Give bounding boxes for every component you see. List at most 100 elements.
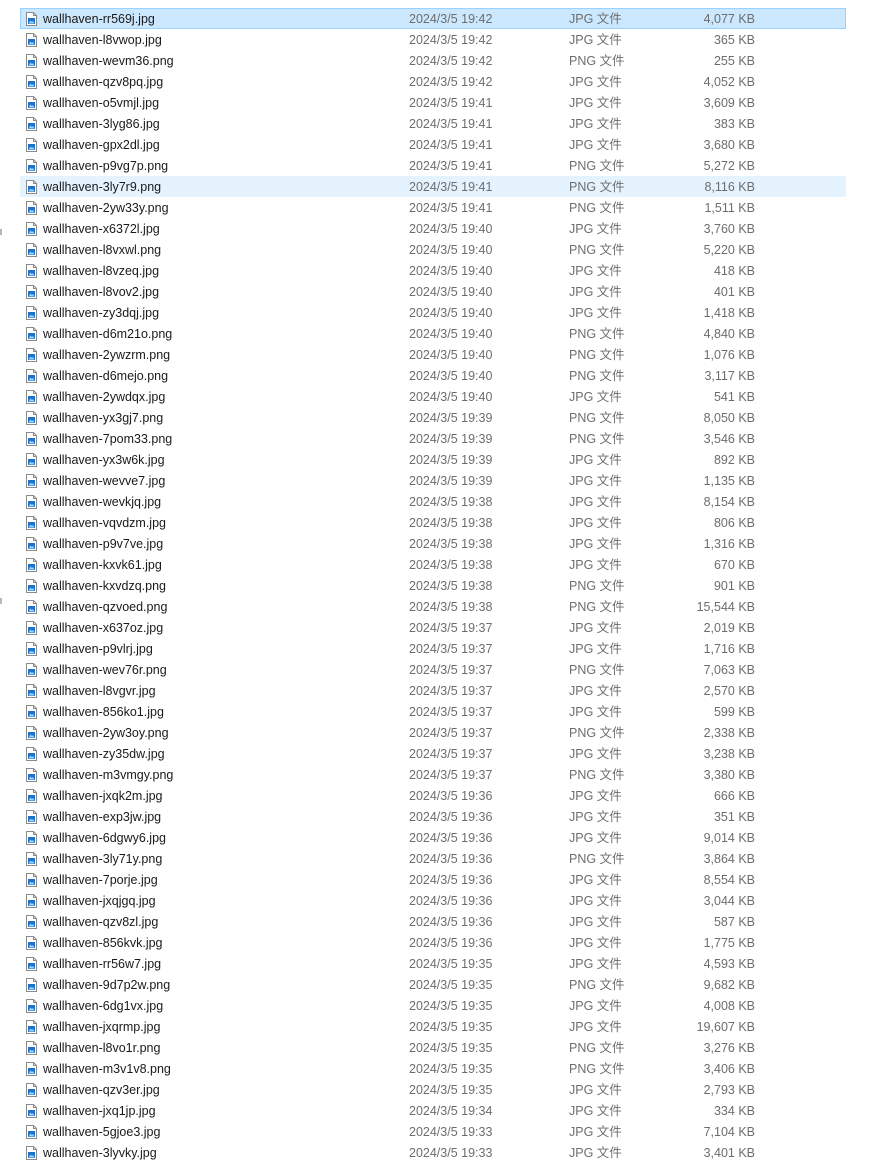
file-row[interactable]: wallhaven-856ko1.jpg 2024/3/5 19:37 JPG … (20, 701, 846, 722)
file-row[interactable]: wallhaven-3ly7r9.png 2024/3/5 19:41 PNG … (20, 176, 846, 197)
file-row[interactable]: wallhaven-kxvk61.jpg 2024/3/5 19:38 JPG … (20, 554, 846, 575)
file-modified-date: 2024/3/5 19:41 (409, 96, 493, 110)
file-size: 5,272 KB (703, 159, 755, 173)
file-row[interactable]: wallhaven-wevve7.jpg 2024/3/5 19:39 JPG … (20, 470, 846, 491)
file-modified-date: 2024/3/5 19:41 (409, 159, 493, 173)
file-row[interactable]: wallhaven-9d7p2w.png 2024/3/5 19:35 PNG … (20, 974, 846, 995)
file-modified-date: 2024/3/5 19:36 (409, 915, 493, 929)
file-row[interactable]: wallhaven-vqvdzm.jpg 2024/3/5 19:38 JPG … (20, 512, 846, 533)
image-file-icon (26, 222, 37, 236)
file-row[interactable]: wallhaven-2ywdqx.jpg 2024/3/5 19:40 JPG … (20, 386, 846, 407)
file-size: 3,760 KB (703, 222, 755, 236)
file-size: 7,104 KB (703, 1125, 755, 1139)
file-row[interactable]: wallhaven-3lyvky.jpg 2024/3/5 19:33 JPG … (20, 1142, 846, 1163)
file-row[interactable]: wallhaven-qzv8zl.jpg 2024/3/5 19:36 JPG … (20, 911, 846, 932)
file-row[interactable]: wallhaven-jxqrmp.jpg 2024/3/5 19:35 JPG … (20, 1016, 846, 1037)
file-row[interactable]: wallhaven-p9v7ve.jpg 2024/3/5 19:38 JPG … (20, 533, 846, 554)
file-modified-date: 2024/3/5 19:34 (409, 1104, 493, 1118)
file-row[interactable]: wallhaven-5gjoe3.jpg 2024/3/5 19:33 JPG … (20, 1121, 846, 1142)
file-row[interactable]: wallhaven-wev76r.png 2024/3/5 19:37 PNG … (20, 659, 846, 680)
image-file-icon (26, 243, 37, 257)
file-row[interactable]: wallhaven-o5vmjl.jpg 2024/3/5 19:41 JPG … (20, 92, 846, 113)
file-row[interactable]: wallhaven-l8vxwl.png 2024/3/5 19:40 PNG … (20, 239, 846, 260)
file-row[interactable]: wallhaven-zy3dqj.jpg 2024/3/5 19:40 JPG … (20, 302, 846, 323)
file-modified-date: 2024/3/5 19:38 (409, 516, 493, 530)
file-name: wallhaven-6dg1vx.jpg (43, 999, 164, 1013)
file-row[interactable]: wallhaven-gpx2dl.jpg 2024/3/5 19:41 JPG … (20, 134, 846, 155)
file-size: 666 KB (713, 789, 755, 803)
file-row[interactable]: wallhaven-zy35dw.jpg 2024/3/5 19:37 JPG … (20, 743, 846, 764)
file-row[interactable]: wallhaven-d6mejo.png 2024/3/5 19:40 PNG … (20, 365, 846, 386)
file-row[interactable]: wallhaven-l8vzeq.jpg 2024/3/5 19:40 JPG … (20, 260, 846, 281)
file-modified-date: 2024/3/5 19:38 (409, 579, 493, 593)
file-modified-date: 2024/3/5 19:41 (409, 201, 493, 215)
file-name: wallhaven-5gjoe3.jpg (43, 1125, 161, 1139)
file-modified-date: 2024/3/5 19:35 (409, 1020, 493, 1034)
file-size: 8,116 KB (704, 180, 755, 194)
image-file-icon (26, 180, 37, 194)
file-row[interactable]: wallhaven-d6m21o.png 2024/3/5 19:40 PNG … (20, 323, 846, 344)
file-row[interactable]: wallhaven-7pom33.png 2024/3/5 19:39 PNG … (20, 428, 846, 449)
file-row[interactable]: wallhaven-rr569j.jpg 2024/3/5 19:42 JPG … (20, 8, 846, 29)
image-file-icon (26, 201, 37, 215)
file-modified-date: 2024/3/5 19:41 (409, 117, 493, 131)
file-modified-date: 2024/3/5 19:40 (409, 222, 493, 236)
file-name: wallhaven-jxqk2m.jpg (43, 789, 163, 803)
file-row[interactable]: wallhaven-2yw33y.png 2024/3/5 19:41 PNG … (20, 197, 846, 218)
file-size: 3,680 KB (703, 138, 755, 152)
file-row[interactable]: wallhaven-l8vov2.jpg 2024/3/5 19:40 JPG … (20, 281, 846, 302)
file-row[interactable]: wallhaven-p9vlrj.jpg 2024/3/5 19:37 JPG … (20, 638, 846, 659)
file-row[interactable]: wallhaven-rr56w7.jpg 2024/3/5 19:35 JPG … (20, 953, 846, 974)
file-row[interactable]: wallhaven-2ywzrm.png 2024/3/5 19:40 PNG … (20, 344, 846, 365)
file-name: wallhaven-l8vzeq.jpg (43, 264, 160, 278)
file-row[interactable]: wallhaven-yx3w6k.jpg 2024/3/5 19:39 JPG … (20, 449, 846, 470)
file-row[interactable]: wallhaven-qzv3er.jpg 2024/3/5 19:35 JPG … (20, 1079, 846, 1100)
file-size: 365 KB (713, 33, 755, 47)
file-row[interactable]: wallhaven-wevkjq.jpg 2024/3/5 19:38 JPG … (20, 491, 846, 512)
file-row[interactable]: wallhaven-l8vgvr.jpg 2024/3/5 19:37 JPG … (20, 680, 846, 701)
file-name: wallhaven-rr569j.jpg (43, 12, 155, 26)
file-row[interactable]: wallhaven-jxqjgq.jpg 2024/3/5 19:36 JPG … (20, 890, 846, 911)
file-row[interactable]: wallhaven-m3vmgy.png 2024/3/5 19:37 PNG … (20, 764, 846, 785)
file-row[interactable]: wallhaven-x637oz.jpg 2024/3/5 19:37 JPG … (20, 617, 846, 638)
image-file-icon (26, 894, 37, 908)
file-modified-date: 2024/3/5 19:36 (409, 789, 493, 803)
file-size: 1,775 KB (703, 936, 755, 950)
file-size: 3,238 KB (703, 747, 755, 761)
file-row[interactable]: wallhaven-3lyg86.jpg 2024/3/5 19:41 JPG … (20, 113, 846, 134)
image-file-icon (26, 663, 37, 677)
image-file-icon (26, 810, 37, 824)
file-row[interactable]: wallhaven-qzv8pq.jpg 2024/3/5 19:42 JPG … (20, 71, 846, 92)
file-modified-date: 2024/3/5 19:37 (409, 747, 493, 761)
file-name: wallhaven-l8vwop.jpg (43, 33, 162, 47)
file-row[interactable]: wallhaven-x6372l.jpg 2024/3/5 19:40 JPG … (20, 218, 846, 239)
file-row[interactable]: wallhaven-p9vg7p.png 2024/3/5 19:41 PNG … (20, 155, 846, 176)
file-row[interactable]: wallhaven-kxvdzq.png 2024/3/5 19:38 PNG … (20, 575, 846, 596)
file-row[interactable]: wallhaven-l8vo1r.png 2024/3/5 19:35 PNG … (20, 1037, 846, 1058)
file-row[interactable]: wallhaven-m3v1v8.png 2024/3/5 19:35 PNG … (20, 1058, 846, 1079)
file-size: 8,154 KB (703, 495, 755, 509)
file-row[interactable]: wallhaven-jxqk2m.jpg 2024/3/5 19:36 JPG … (20, 785, 846, 806)
file-row[interactable]: wallhaven-qzvoed.png 2024/3/5 19:38 PNG … (20, 596, 846, 617)
file-row[interactable]: wallhaven-3ly71y.png 2024/3/5 19:36 PNG … (20, 848, 846, 869)
file-row[interactable]: wallhaven-2yw3oy.png 2024/3/5 19:37 PNG … (20, 722, 846, 743)
file-row[interactable]: wallhaven-yx3gj7.png 2024/3/5 19:39 PNG … (20, 407, 846, 428)
image-file-icon (26, 768, 37, 782)
image-file-icon (26, 957, 37, 971)
file-row[interactable]: wallhaven-wevm36.png 2024/3/5 19:42 PNG … (20, 50, 846, 71)
file-row[interactable]: wallhaven-exp3jw.jpg 2024/3/5 19:36 JPG … (20, 806, 846, 827)
image-file-icon (26, 537, 37, 551)
file-modified-date: 2024/3/5 19:36 (409, 852, 493, 866)
file-row[interactable]: wallhaven-7porje.jpg 2024/3/5 19:36 JPG … (20, 869, 846, 890)
file-size: 3,406 KB (703, 1062, 755, 1076)
file-row[interactable]: wallhaven-856kvk.jpg 2024/3/5 19:36 JPG … (20, 932, 846, 953)
file-row[interactable]: wallhaven-6dg1vx.jpg 2024/3/5 19:35 JPG … (20, 995, 846, 1016)
file-modified-date: 2024/3/5 19:42 (409, 54, 493, 68)
image-file-icon (26, 159, 37, 173)
file-modified-date: 2024/3/5 19:35 (409, 978, 493, 992)
file-name: wallhaven-2ywzrm.png (43, 348, 171, 362)
file-row[interactable]: wallhaven-6dgwy6.jpg 2024/3/5 19:36 JPG … (20, 827, 846, 848)
file-name: wallhaven-l8vo1r.png (43, 1041, 161, 1055)
file-row[interactable]: wallhaven-l8vwop.jpg 2024/3/5 19:42 JPG … (20, 29, 846, 50)
file-row[interactable]: wallhaven-jxq1jp.jpg 2024/3/5 19:34 JPG … (20, 1100, 846, 1121)
